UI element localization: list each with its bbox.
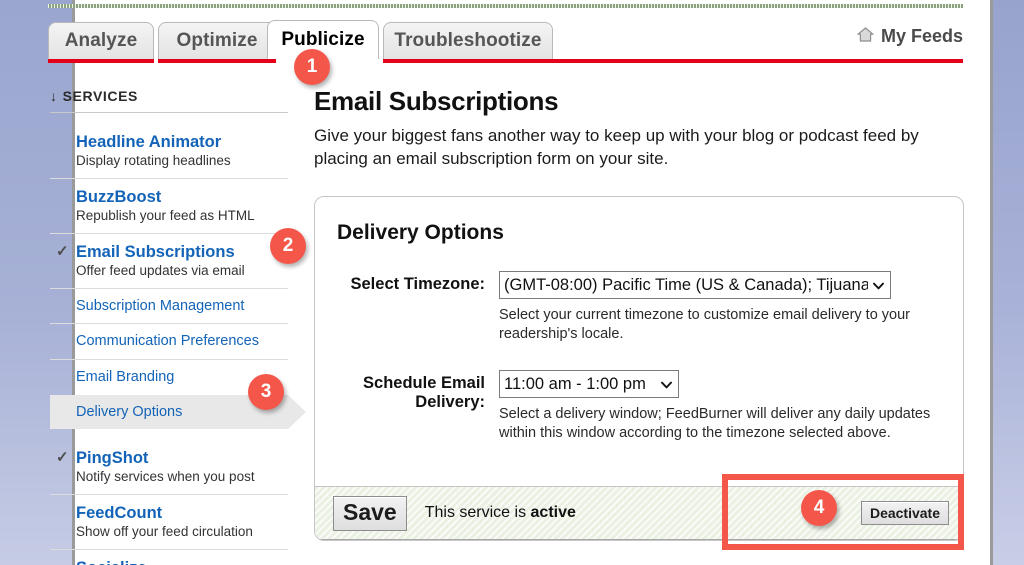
sidebar-item-label[interactable]: Subscription Management [76, 298, 282, 315]
top-divider-rule [48, 4, 963, 8]
service-status-bar: Save This service is active Deactivate [315, 486, 963, 541]
page-gutter-right [993, 0, 1024, 565]
tab-troubleshootize[interactable]: Troubleshootize [383, 22, 553, 59]
timezone-control: (GMT-08:00) Pacific Time (US & Canada); … [499, 271, 941, 344]
my-feeds-label: My Feeds [880, 26, 963, 46]
sidebar-item-buzzboost[interactable]: BuzzBoost Republish your feed as HTML [50, 179, 288, 234]
sidebar-item-label[interactable]: Delivery Options [76, 404, 282, 421]
sidebar-item-pingshot[interactable]: ✓ PingShot Notify services when you post [50, 440, 288, 496]
app-root: Analyze Optimize Publicize Troubleshooti… [0, 0, 1024, 565]
schedule-label: Schedule Email Delivery: [363, 373, 485, 411]
delivery-options-panel: Delivery Options Select Timezone: (GMT-0… [314, 196, 964, 542]
tab-analyze[interactable]: Analyze [48, 22, 154, 59]
home-icon [857, 26, 874, 47]
services-heading-label: SERVICES [62, 88, 138, 104]
tab-optimize-underline [158, 59, 276, 63]
sidebar-item-label[interactable]: FeedCount [76, 504, 282, 523]
sidebar-item-desc: Republish your feed as HTML [76, 207, 255, 223]
sidebar-item-label[interactable]: Communication Preferences [76, 333, 282, 350]
services-heading: ↓ SERVICES [50, 88, 288, 113]
tab-optimize-label: Optimize [176, 30, 258, 51]
sidebar-item-feedcount[interactable]: FeedCount Show off your feed circulation [50, 495, 288, 550]
page-title: Email Subscriptions [314, 86, 559, 116]
service-status-prefix: This service is [424, 504, 531, 522]
page-description: Give your biggest fans another way to ke… [314, 126, 919, 168]
tab-analyze-label: Analyze [64, 30, 138, 51]
my-feeds-link[interactable]: My Feeds [857, 26, 963, 47]
timezone-select-wrap: (GMT-08:00) Pacific Time (US & Canada); … [499, 271, 891, 299]
sidebar-item-email-subscriptions[interactable]: ✓ Email Subscriptions Offer feed updates… [50, 234, 288, 289]
schedule-field-row: Schedule Email Delivery: 11:00 am - 1:00… [337, 369, 941, 443]
schedule-control: 11:00 am - 1:00 pm Select a delivery win… [499, 369, 941, 443]
panel-body: Delivery Options Select Timezone: (GMT-0… [315, 197, 963, 486]
tab-publicize-label: Publicize [281, 29, 365, 50]
tab-troubleshootize-label: Troubleshootize [394, 30, 542, 51]
services-sidebar: ↓ SERVICES Headline Animator Display rot… [50, 88, 306, 565]
callout-badge-4: 4 [801, 490, 837, 526]
main-content-header: Email Subscriptions Give your biggest fa… [314, 86, 974, 170]
sidebar-item-headline-animator[interactable]: Headline Animator Display rotating headl… [50, 124, 288, 179]
chevron-down-icon: ↓ [50, 88, 58, 104]
sidebar-item-label[interactable]: BuzzBoost [76, 188, 282, 207]
service-status-text: This service is active [425, 504, 576, 522]
timezone-hint: Select your current timezone to customiz… [499, 307, 911, 342]
callout-badge-3: 3 [248, 374, 284, 410]
check-icon: ✓ [56, 242, 69, 260]
tab-trailing-underline [383, 59, 963, 63]
save-button[interactable]: Save [333, 495, 407, 531]
sidebar-item-desc: Notify services when you post [76, 469, 255, 485]
deactivate-button[interactable]: Deactivate [860, 501, 949, 526]
sidebar-item-subscription-management[interactable]: Subscription Management [50, 289, 288, 325]
schedule-select-wrap: 11:00 am - 1:00 pm [499, 369, 679, 398]
delivery-window-select[interactable]: 11:00 am - 1:00 pm [499, 369, 679, 398]
sidebar-item-desc: Show off your feed circulation [76, 524, 253, 540]
selected-pointer-icon [288, 394, 306, 430]
timezone-field-row: Select Timezone: (GMT-08:00) Pacific Tim… [337, 271, 941, 344]
schedule-hint: Select a delivery window; FeedBurner wil… [499, 405, 931, 441]
panel-heading: Delivery Options [337, 221, 504, 244]
tab-optimize[interactable]: Optimize [158, 22, 276, 59]
panel-bottom-spacer [337, 446, 941, 464]
sidebar-item-desc: Display rotating headlines [76, 152, 231, 168]
sidebar-item-label[interactable]: PingShot [76, 449, 282, 468]
service-status-value: active [530, 504, 576, 522]
callout-badge-1: 1 [294, 49, 330, 85]
sidebar-item-label[interactable]: Email Subscriptions [76, 243, 282, 262]
savebar-actions: Deactivate [860, 501, 949, 526]
check-icon: ✓ [56, 449, 69, 467]
callout-badge-2: 2 [270, 228, 306, 264]
field-spacer [337, 348, 941, 370]
sidebar-item-desc: Offer feed updates via email [76, 262, 245, 278]
primary-tab-bar: Analyze Optimize Publicize Troubleshooti… [48, 20, 963, 63]
sidebar-item-label[interactable]: Headline Animator [76, 133, 282, 152]
tab-analyze-underline [48, 59, 154, 63]
timezone-select[interactable]: (GMT-08:00) Pacific Time (US & Canada); … [499, 271, 891, 299]
sidebar-item-communication-preferences[interactable]: Communication Preferences [50, 324, 288, 360]
sidebar-item-label[interactable]: Socialize [76, 559, 282, 565]
sidebar-item-socialize[interactable]: Socialize Publish to the social web [50, 550, 288, 565]
timezone-label: Select Timezone: [350, 275, 486, 293]
